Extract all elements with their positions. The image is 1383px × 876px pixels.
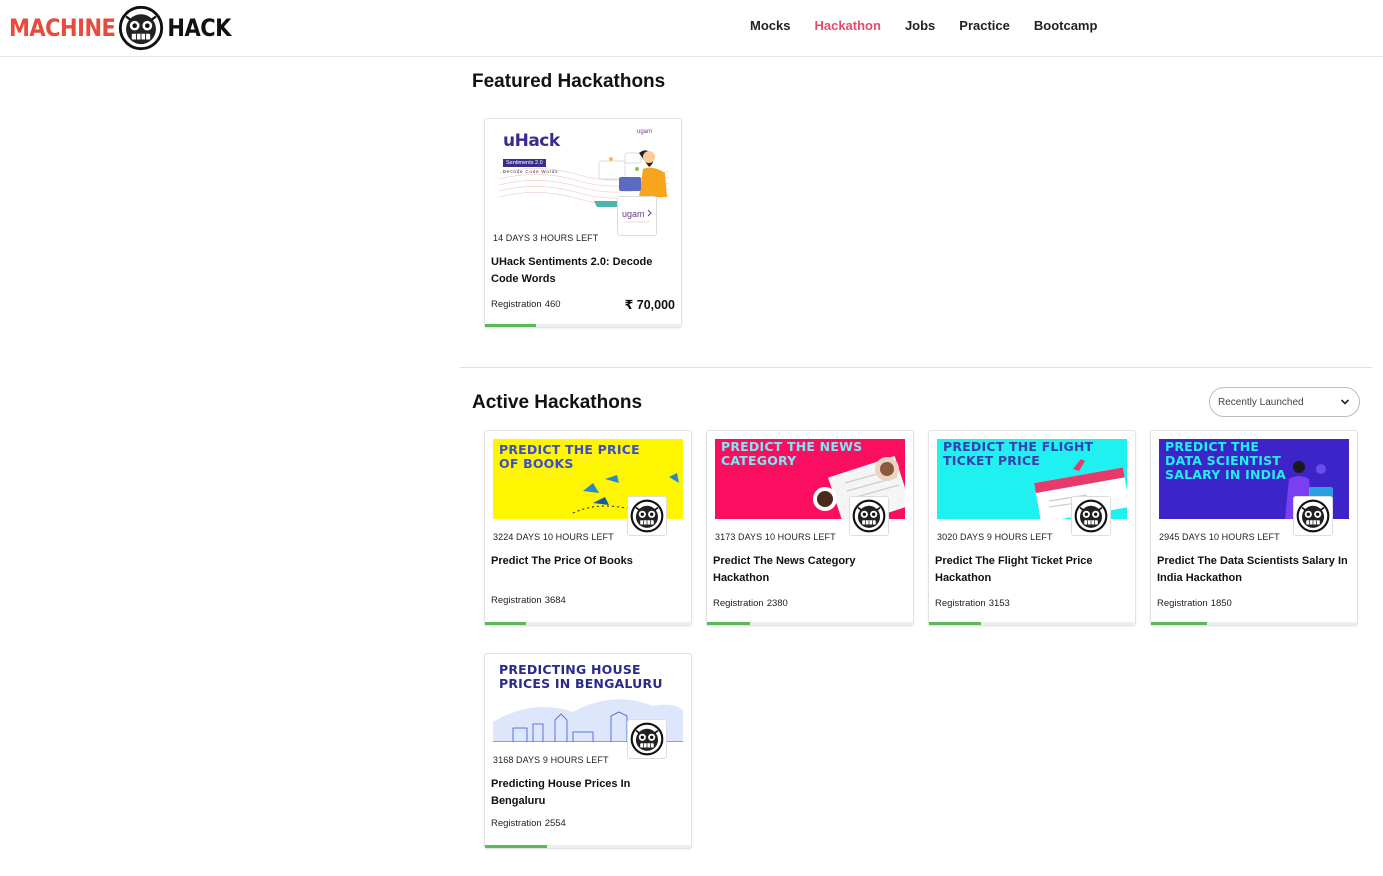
hackathon-title: Predict The Data Scientists Salary In In… [1157,555,1348,584]
hackathon-title: Predict The Flight Ticket Price Hackatho… [935,555,1093,584]
sort-dropdown[interactable]: Recently Launched [1209,387,1360,417]
progress-bar [929,622,1135,625]
nav-hackathon[interactable]: Hackathon [814,18,880,33]
organizer-badge [627,719,667,759]
organizer-badge [627,496,667,536]
mascot-icon [630,499,664,533]
logo-text-hack: HACK [167,14,231,42]
hackathon-title: Predict The Price Of Books [491,555,633,567]
machinehack-logo[interactable]: MACHINE HACK [9,5,231,51]
registration-count: Registration 2380 [713,598,788,609]
registration-count: Registration 2554 [491,818,566,829]
sponsor-logo-badge: ugam [617,196,657,236]
sort-selected-value: Recently Launched [1218,396,1304,408]
top-navigation-bar: MACHINE HACK Mocks Hackathon Jobs Practi… [0,0,1383,57]
time-left: 2945 DAYS 10 HOURS LEFT [1159,532,1280,542]
main-nav: Mocks Hackathon Jobs Practice Bootcamp [750,18,1121,33]
registration-count: Registration 3684 [491,595,566,606]
registration-count: Registration 3153 [935,598,1010,609]
mascot-icon [852,499,886,533]
uhack-wordmark: uHack Sentiments 2.0 Decode Code Words [503,131,560,174]
progress-fill [929,622,981,625]
registration-count: Registration 460 [491,299,561,310]
svg-text:ugam: ugam [622,209,645,219]
time-left: 3168 DAYS 9 HOURS LEFT [493,755,609,765]
hackathon-card-news[interactable]: Predict the news category 3173 DAYS 10 H… [706,430,914,626]
progress-fill [485,845,547,848]
progress-bar [485,622,691,625]
progress-fill [707,622,751,625]
progress-bar [707,622,913,625]
progress-fill [485,622,527,625]
progress-fill [485,324,536,327]
nav-practice[interactable]: Practice [959,18,1010,33]
section-divider [460,367,1372,368]
hackathon-title: Predict The News Category Hackathon [713,555,856,584]
mascot-icon [1296,499,1330,533]
progress-bar [485,845,691,848]
featured-section-title: Featured Hackathons [472,71,666,92]
mascot-icon [1074,499,1108,533]
hackathon-card-books[interactable]: Predict the price of books 3224 DAYS 10 … [484,430,692,626]
progress-bar [485,324,681,327]
hackathon-card-house[interactable]: Predicting house prices in Bengaluru 316… [484,653,692,849]
logo-text-machine: MACHINE [9,14,116,42]
hackathon-title: Predicting House Prices In Bengaluru [491,778,631,807]
time-left: 3224 DAYS 10 HOURS LEFT [493,532,614,542]
mascot-icon [630,722,664,756]
hackathon-title: UHack Sentiments 2.0: Decode Code Words [491,256,653,285]
nav-bootcamp[interactable]: Bootcamp [1034,18,1098,33]
sponsor-wordmark: ugam [637,129,652,135]
hackathon-card-flight[interactable]: Predict the flight ticket price 3020 DAY… [928,430,1136,626]
progress-fill [1151,622,1207,625]
time-left: 3173 DAYS 10 HOURS LEFT [715,532,836,542]
active-section-title: Active Hackathons [472,392,643,413]
organizer-badge [849,496,889,536]
nav-jobs[interactable]: Jobs [905,18,935,33]
prize-amount: ₹ 70,000 [624,298,675,312]
nav-mocks[interactable]: Mocks [750,18,790,33]
time-left: 14 DAYS 3 HOURS LEFT [493,233,599,243]
organizer-badge [1071,496,1111,536]
chevron-down-icon [1340,399,1350,405]
featured-hackathon-card[interactable]: ugam uHack Sentiments 2.0 Decode Code Wo… [484,118,682,328]
hackathon-card-salary[interactable]: Predict the data scientist salary in Ind… [1150,430,1358,626]
progress-bar [1151,622,1357,625]
ugam-logo-icon: ugam [622,209,652,223]
organizer-badge [1293,496,1333,536]
registration-count: Registration 1850 [1157,598,1232,609]
time-left: 3020 DAYS 9 HOURS LEFT [937,532,1053,542]
mascot-icon [119,5,164,51]
